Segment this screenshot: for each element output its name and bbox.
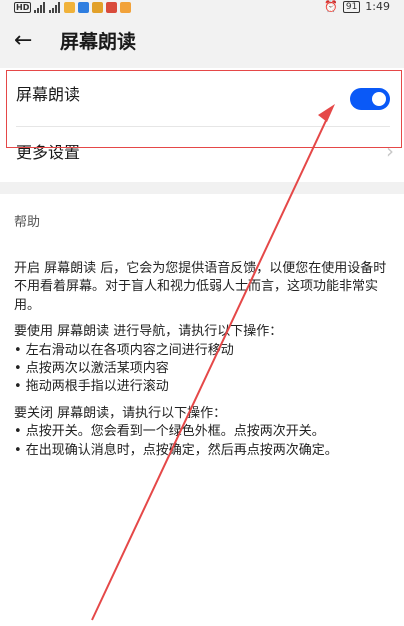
app-notification-icon bbox=[92, 1, 104, 13]
section-gap bbox=[0, 182, 404, 194]
app-notification-icon bbox=[106, 1, 118, 13]
battery-indicator: 91 bbox=[342, 1, 361, 13]
alarm-icon: ⏰ bbox=[324, 0, 338, 13]
hd-badge: HD bbox=[14, 1, 32, 13]
toggle-knob bbox=[372, 92, 386, 106]
page-title: 屏幕朗读 bbox=[60, 31, 137, 53]
app-notification-icon bbox=[78, 1, 90, 13]
chevron-right-icon: › bbox=[386, 139, 394, 163]
status-right: ⏰ 91 1:49 bbox=[324, 0, 390, 14]
app-bar: ← 屏幕朗读 bbox=[0, 16, 404, 68]
screen-reader-row[interactable]: 屏幕朗读 bbox=[0, 68, 404, 124]
help-off-item: • 在出现确认消息时，点按确定，然后再点按两次确定。 bbox=[14, 442, 338, 458]
signal-icon bbox=[34, 1, 46, 13]
help-off-item: • 点按开关。您会看到一个绿色外框。点按两次开关。 bbox=[14, 424, 325, 440]
help-body: 开启 屏幕朗读 后，它会为您提供语音反馈，以便您在使用设备时不用看着屏幕。对于盲… bbox=[14, 260, 392, 460]
help-intro: 开启 屏幕朗读 后，它会为您提供语音反馈，以便您在使用设备时不用看着屏幕。对于盲… bbox=[14, 261, 387, 313]
status-left-icons: HD bbox=[14, 0, 132, 16]
app-notification-icon bbox=[120, 1, 132, 13]
help-nav-heading: 要使用 屏幕朗读 进行导航，请执行以下操作： bbox=[14, 324, 283, 340]
help-nav-item: • 拖动两根手指以进行滚动 bbox=[14, 379, 169, 395]
settings-card: 屏幕朗读 更多设置 › bbox=[0, 68, 404, 182]
screen-reader-toggle[interactable] bbox=[350, 88, 390, 110]
status-time: 1:49 bbox=[365, 0, 390, 13]
help-heading: 帮助 bbox=[14, 215, 41, 230]
screen-reader-label: 屏幕朗读 bbox=[16, 85, 81, 104]
app-notification-icon bbox=[64, 1, 76, 13]
help-nav-item: • 点按两次以激活某项内容 bbox=[14, 361, 169, 377]
help-section: 帮助 开启 屏幕朗读 后，它会为您提供语音反馈，以便您在使用设备时不用看着屏幕。… bbox=[0, 194, 404, 626]
help-off-heading: 要关闭 屏幕朗读，请执行以下操作： bbox=[14, 405, 227, 421]
help-nav-item: • 左右滑动以在各项内容之间进行移动 bbox=[14, 342, 234, 358]
more-settings-label: 更多设置 bbox=[16, 143, 81, 162]
signal-icon bbox=[49, 1, 61, 13]
back-arrow-icon[interactable]: ← bbox=[14, 29, 32, 53]
more-settings-row[interactable]: 更多设置 › bbox=[0, 126, 404, 182]
status-bar: HD ⏰ 91 1:49 bbox=[0, 0, 404, 16]
